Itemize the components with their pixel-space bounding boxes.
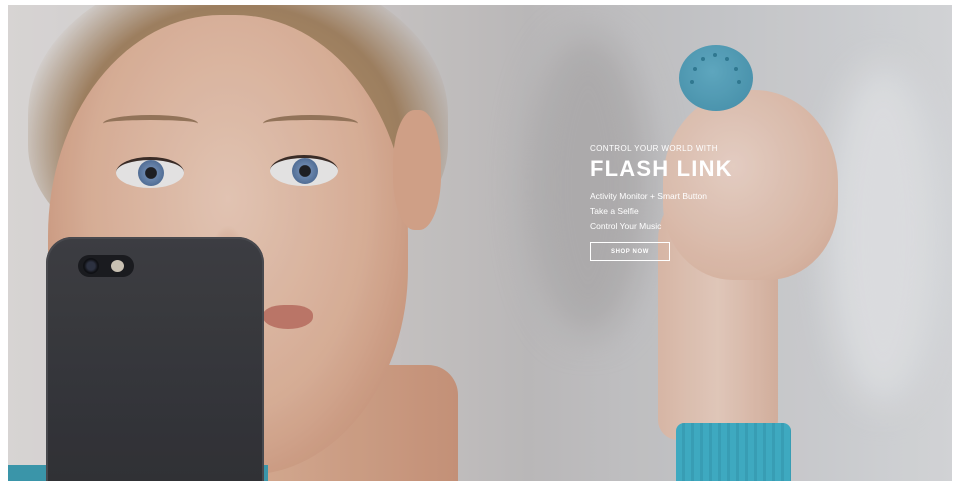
- feature-item: Take a Selfie: [590, 206, 639, 216]
- feature-item: Control Your Music: [590, 221, 662, 231]
- shop-now-button[interactable]: SHOP NOW: [590, 242, 670, 261]
- hero-banner: CONTROL YOUR WORLD WITH FLASH LINK Activ…: [8, 5, 952, 481]
- feature-list: Activity Monitor + Smart Button Take a S…: [590, 189, 733, 234]
- hero-eyebrow: CONTROL YOUR WORLD WITH: [590, 144, 718, 153]
- hero-headline: FLASH LINK: [590, 156, 733, 181]
- feature-item: Activity Monitor + Smart Button: [590, 191, 707, 201]
- hero-copy: CONTROL YOUR WORLD WITH FLASH LINK Activ…: [590, 143, 733, 261]
- hero-overlay: [8, 5, 952, 481]
